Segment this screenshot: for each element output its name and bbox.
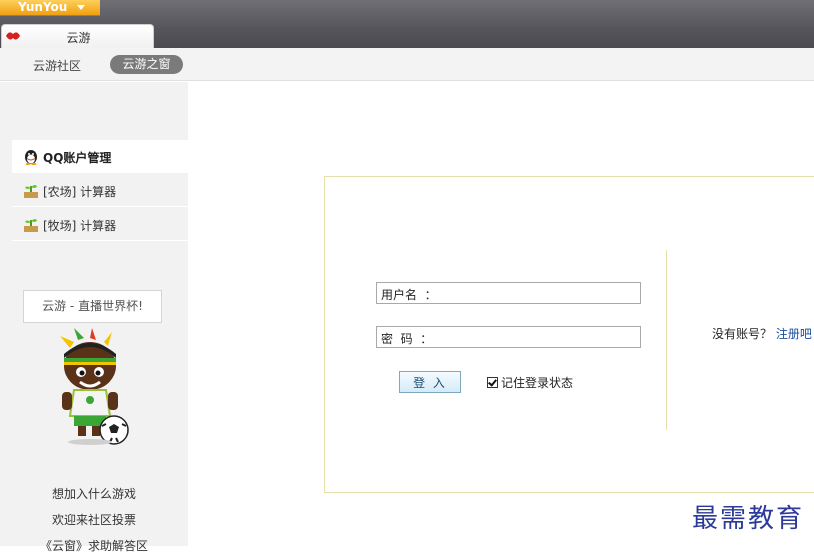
login-button[interactable]: 登 入: [399, 371, 461, 393]
world-cup-promo-button[interactable]: 云游 - 直播世界杯!: [23, 290, 162, 323]
remember-me-checkbox[interactable]: 记住登录状态: [487, 374, 573, 391]
sidebar-item-label: [农场] 计算器: [43, 185, 117, 199]
sprout-icon: [24, 185, 38, 198]
username-field[interactable]: 用户名 ：: [376, 282, 641, 304]
qq-penguin-icon: [25, 150, 37, 165]
sidebar-item-qq-account[interactable]: QQ账户管理: [12, 140, 188, 173]
window-tab[interactable]: 云游之窗: [110, 55, 183, 74]
app-tab-label: 云游: [66, 31, 91, 45]
remember-me-label: 记住登录状态: [501, 376, 574, 390]
app-tab[interactable]: 云游: [1, 24, 154, 49]
password-label: 密 码 ：: [381, 332, 433, 346]
sidebar-item-ranch-calculator[interactable]: [牧场] 计算器: [12, 208, 188, 241]
mascot-image: [60, 328, 129, 445]
sub-navigation: 云游社区 云游之窗: [0, 48, 814, 81]
register-link[interactable]: 注册吧: [776, 327, 812, 341]
chevron-down-icon: [77, 5, 85, 10]
username-input[interactable]: [447, 285, 635, 301]
top-bar: YunYou 云游: [0, 0, 814, 49]
checkbox-checked-icon: [487, 377, 498, 388]
sprout-icon: [24, 219, 38, 232]
brand-label: YunYou: [18, 0, 68, 14]
sidebar: QQ账户管理 [农场] 计算器 [牧场] 计算器 云游 - 直播世界杯! 想加入…: [0, 82, 188, 553]
register-prompt: 没有账号？ 注册吧: [712, 325, 812, 342]
brand-menu-button[interactable]: YunYou: [0, 0, 100, 16]
watermark-text: 最需教育: [692, 504, 805, 534]
no-account-text: 没有账号？: [712, 327, 773, 341]
sidebar-item-farm-calculator[interactable]: [农场] 计算器: [12, 174, 188, 207]
password-field[interactable]: 密 码 ：: [376, 326, 641, 348]
sidebar-item-label: [牧场] 计算器: [43, 219, 117, 233]
login-panel: 用户名 ： 密 码 ： 登 入 记住登录状态 没有账号？ 注册吧: [324, 176, 814, 493]
username-label: 用户名 ：: [381, 288, 437, 302]
community-link[interactable]: 云游社区: [33, 57, 81, 74]
password-input[interactable]: [447, 329, 635, 345]
panel-divider: [666, 250, 667, 430]
sidebar-item-label: QQ账户管理: [43, 151, 112, 165]
suggest-game-link[interactable]: 想加入什么游戏: [0, 485, 188, 502]
community-vote-link[interactable]: 欢迎来社区投票: [0, 511, 188, 528]
